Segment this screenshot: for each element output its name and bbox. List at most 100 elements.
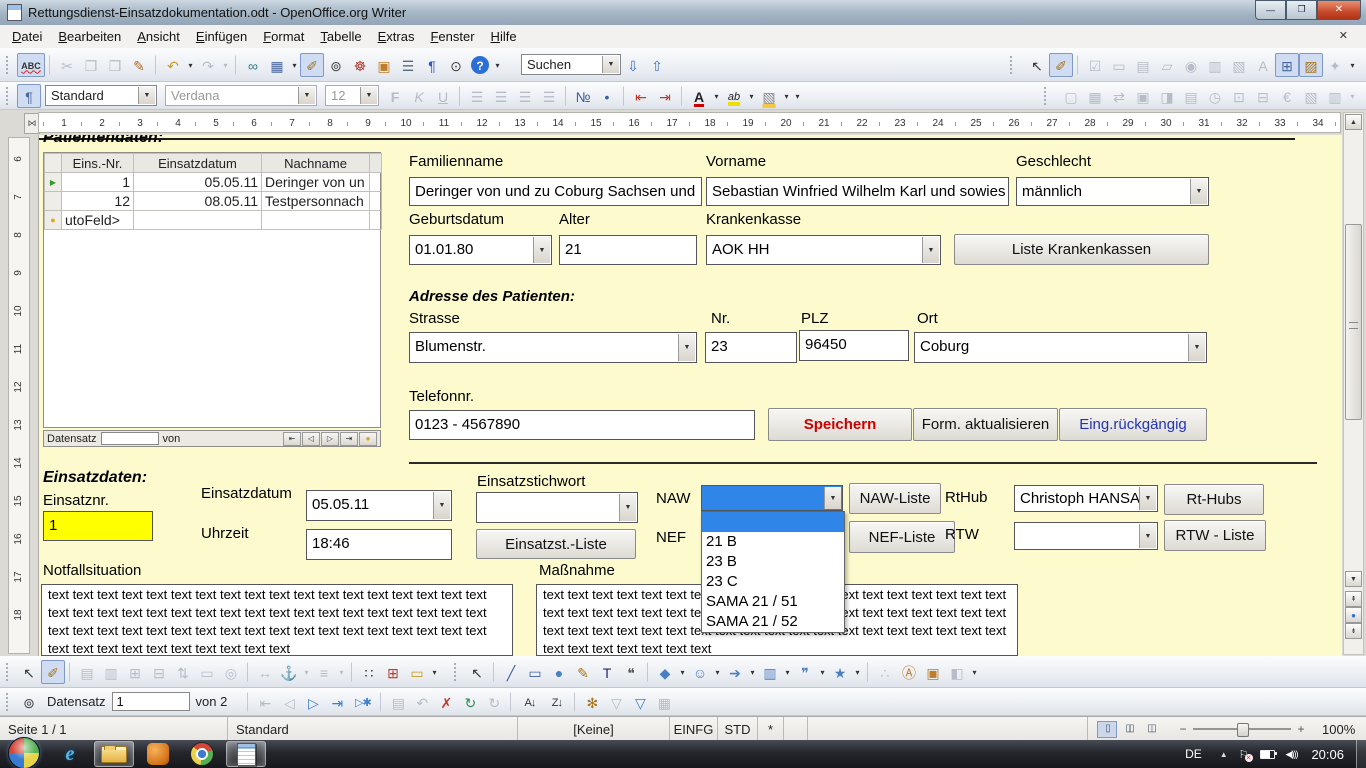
table-dropdown-icon[interactable]: ▾	[289, 53, 300, 77]
einsatzdatum-combobox[interactable]: 05.05.11	[306, 490, 452, 521]
menu-item[interactable]: Tabelle	[312, 27, 369, 46]
einsatzstichwort-combobox[interactable]	[476, 492, 638, 523]
background-color-icon[interactable]: ▧	[757, 84, 781, 108]
naw-option[interactable]: 23 B	[702, 552, 844, 572]
chrome-icon[interactable]	[182, 741, 222, 767]
strasse-combobox[interactable]: Blumenstr.	[409, 332, 697, 363]
cell-einsatzdatum[interactable]: 05.05.11	[134, 173, 262, 192]
from-file-icon[interactable]: ▣	[921, 660, 945, 684]
new-record-icon[interactable]: ▷✱	[349, 690, 376, 714]
design-mode-icon[interactable]: ✐	[300, 53, 324, 77]
multi-page-view-icon[interactable]: ▯▯	[1119, 721, 1139, 738]
grid-last-record-icon[interactable]: ⇥	[340, 432, 358, 446]
paragraph-style-combobox[interactable]: Standard	[45, 85, 157, 106]
next-page-icon[interactable]: ⇟	[1345, 623, 1362, 639]
next-record-icon[interactable]: ▷	[301, 690, 325, 714]
vertical-scrollbar[interactable]: ▲ ▼ ⇞ ● ⇟	[1343, 112, 1364, 655]
naw-option[interactable]: SAMA 21 / 52	[702, 612, 844, 632]
background-color-dropdown-icon[interactable]: ▾	[781, 84, 792, 108]
flowchart-icon[interactable]: ▥	[758, 660, 782, 684]
column-header-nachname[interactable]: Nachname	[262, 154, 370, 173]
display-grid-icon[interactable]: ∷	[357, 660, 381, 684]
find-record-icon[interactable]: ⊚	[17, 690, 41, 714]
insert-mode-indicator[interactable]: EINFG	[670, 717, 718, 741]
block-arrows-icon[interactable]: ➔	[723, 660, 747, 684]
stars-dropdown-icon[interactable]: ▾	[852, 660, 863, 684]
cell-nachname[interactable]	[262, 211, 370, 230]
zoom-slider-thumb[interactable]	[1237, 723, 1249, 737]
plz-field[interactable]: 96450	[799, 330, 909, 361]
rectangle-icon[interactable]: ▭	[523, 660, 547, 684]
record-number-input[interactable]	[112, 692, 190, 711]
design-mode-icon[interactable]: ✐	[41, 660, 65, 684]
grid-record-input[interactable]	[101, 432, 159, 445]
menu-item[interactable]: Bearbeiten	[50, 27, 129, 46]
action-center-icon[interactable]: ⚐	[1239, 748, 1249, 761]
naw-option[interactable]: 23 C	[702, 572, 844, 592]
zoom-in-icon[interactable]: +	[1294, 722, 1308, 736]
selection-mode-indicator[interactable]: STD	[718, 717, 758, 741]
flowchart-dropdown-icon[interactable]: ▾	[782, 660, 793, 684]
cell-einsatzdatum[interactable]: 08.05.11	[134, 192, 262, 211]
toolbar-grip[interactable]	[1044, 87, 1049, 105]
table-row[interactable]: 12 08.05.11 Testpersonnach	[45, 192, 382, 211]
styles-panel-icon[interactable]: ¶	[17, 84, 41, 108]
table-icon[interactable]: ▦	[265, 53, 289, 77]
autofilter-icon[interactable]: ✻	[580, 690, 604, 714]
refresh-icon[interactable]: ↻	[458, 690, 482, 714]
cell-einsatzdatum[interactable]	[134, 211, 262, 230]
hausnr-field[interactable]: 23	[705, 332, 797, 363]
einsatznr-field[interactable]: 1	[43, 511, 153, 541]
font-color-icon[interactable]: A	[687, 84, 711, 108]
zoom-level[interactable]: 100%	[1314, 717, 1366, 741]
nonprinting-icon[interactable]: ¶	[420, 53, 444, 77]
stars-icon[interactable]: ★	[828, 660, 852, 684]
menu-item[interactable]: Fenster	[422, 27, 482, 46]
menu-item[interactable]: Format	[255, 27, 312, 46]
toolbar-grip[interactable]	[6, 87, 11, 105]
toolbar-grip[interactable]	[6, 56, 11, 74]
uhrzeit-field[interactable]: 18:46	[306, 529, 452, 560]
hyperlink-icon[interactable]: ∞	[241, 53, 265, 77]
gallery-icon[interactable]: ▣	[372, 53, 396, 77]
explorer-icon[interactable]	[94, 741, 134, 767]
cell-eins-nr[interactable]: 12	[62, 192, 134, 211]
vertical-ruler[interactable]: 6789101112131415161718	[8, 137, 30, 654]
record-selector-cell[interactable]: ●	[45, 211, 62, 230]
datasources-icon[interactable]: ☰	[396, 53, 420, 77]
guides-icon[interactable]: ▭	[405, 660, 429, 684]
column-header-einsatzdatum[interactable]: Einsatzdatum	[134, 154, 262, 173]
grid-next-record-icon[interactable]: ▷	[321, 432, 339, 446]
line-icon[interactable]: ╱	[499, 660, 523, 684]
cell-eins-nr[interactable]: utoFeld>	[62, 211, 134, 230]
callouts-dropdown-icon[interactable]: ▾	[817, 660, 828, 684]
page-style-indicator[interactable]: Standard	[228, 717, 518, 741]
scroll-up-icon[interactable]: ▲	[1345, 114, 1362, 130]
toolbar-grip[interactable]	[6, 693, 11, 711]
sort-descending-icon[interactable]: Z↓	[543, 690, 570, 714]
wmp-icon[interactable]: ▶	[138, 741, 178, 767]
find-next-icon[interactable]: ⇩	[621, 53, 645, 77]
undo-icon[interactable]: ↶	[161, 53, 185, 77]
geburtsdatum-combobox[interactable]: 01.01.80	[409, 235, 552, 265]
book-view-icon[interactable]: ◫	[1141, 721, 1161, 738]
block-arrows-dropdown-icon[interactable]: ▾	[747, 660, 758, 684]
notfallsituation-textarea[interactable]: text text text text text text text text …	[41, 584, 513, 656]
select-icon[interactable]: ↖	[1025, 53, 1049, 77]
toolbar-overflow-icon[interactable]: ▾	[969, 660, 980, 684]
toolbar-grip[interactable]	[454, 663, 459, 681]
toolbar-grip[interactable]	[1010, 56, 1015, 74]
taskbar-clock[interactable]: 20:06	[1311, 747, 1344, 762]
form-filter-icon[interactable]: ▽	[628, 690, 652, 714]
text-icon[interactable]: T	[595, 660, 619, 684]
rt-hubs-button[interactable]: Rt-Hubs	[1164, 484, 1264, 515]
naw-liste-button[interactable]: NAW-Liste	[849, 483, 941, 514]
menu-item[interactable]: Einfügen	[188, 27, 255, 46]
geschlecht-combobox[interactable]: männlich	[1016, 177, 1209, 206]
ie-icon[interactable]: e	[50, 741, 90, 767]
krankenkasse-combobox[interactable]: AOK HH	[706, 235, 941, 265]
telefon-field[interactable]: 0123 - 4567890	[409, 410, 755, 440]
form-aktualisieren-button[interactable]: Form. aktualisieren	[913, 408, 1058, 441]
speichern-button[interactable]: Speichern	[768, 408, 912, 441]
familienname-field[interactable]: Deringer von und zu Coburg Sachsen und	[409, 177, 702, 206]
